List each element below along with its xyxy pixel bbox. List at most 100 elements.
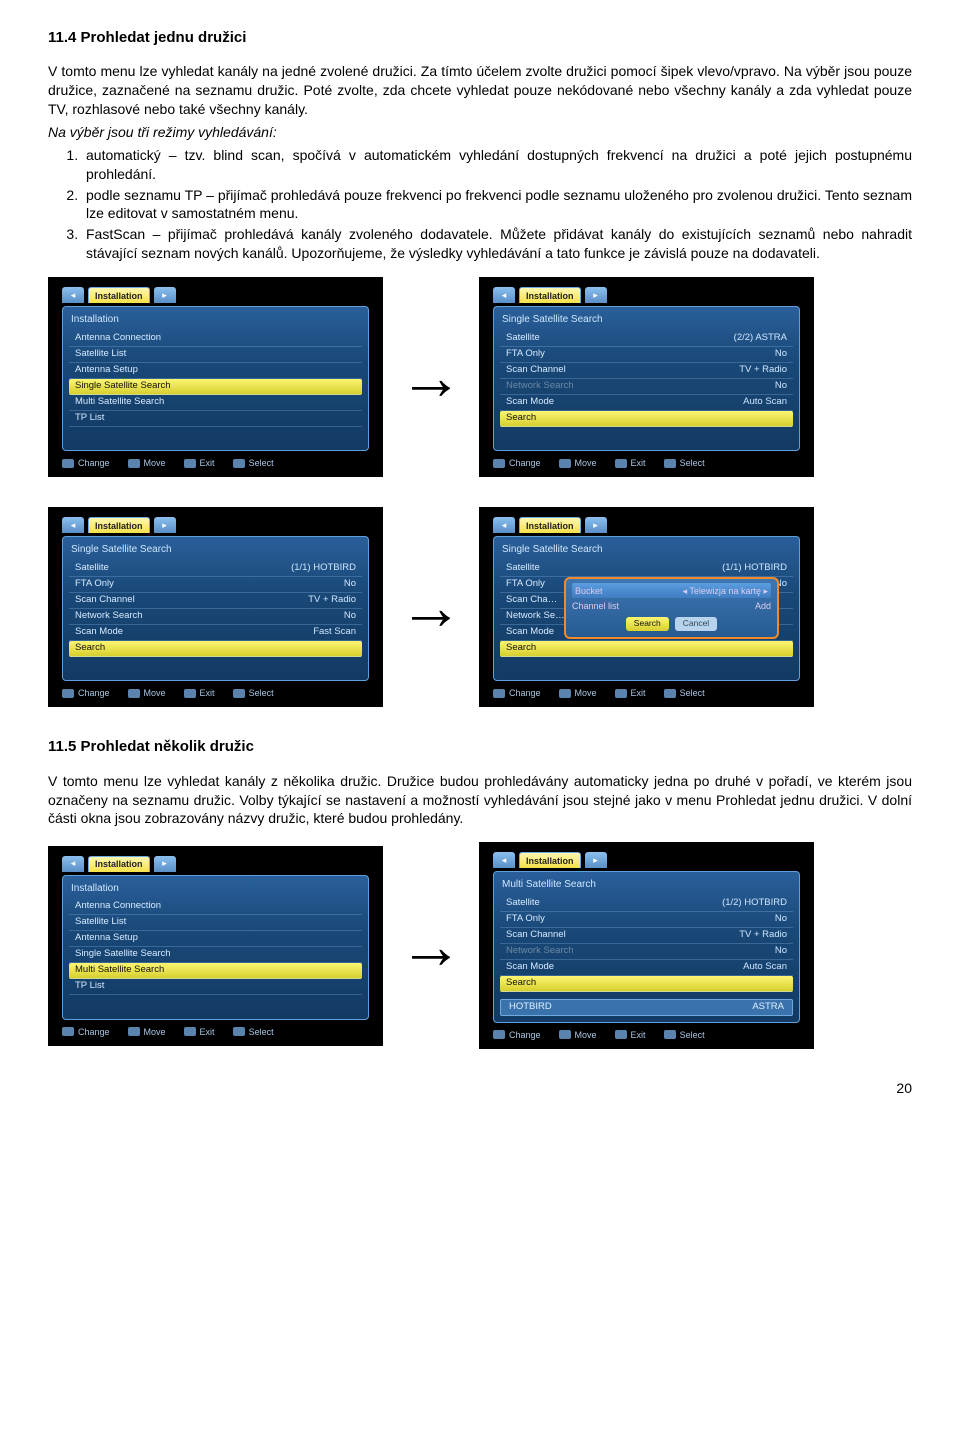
footer-hints: Change Move Exit Select (493, 687, 800, 699)
mode-2: podle seznamu TP – přijímač prohledává p… (82, 186, 912, 224)
screen-sss-fastscan-popup: ◂ Installation ▸ Single Satellite Search… (479, 507, 814, 707)
menu-item-antenna-setup[interactable]: Antenna Setup (69, 931, 362, 947)
tab-stub-right: ▸ (585, 287, 607, 303)
fastscan-popup: Bucket ◂ Telewizja na kartę ▸ Channel li… (564, 577, 779, 638)
key-icon (493, 689, 505, 698)
tab-stub-right: ▸ (585, 517, 607, 533)
key-icon (128, 1027, 140, 1036)
key-icon (233, 689, 245, 698)
action-search[interactable]: Search (500, 976, 793, 992)
tab-installation[interactable]: Installation (519, 852, 581, 868)
tab-stub-left: ◂ (493, 517, 515, 533)
panel-title: Installation (71, 882, 362, 896)
key-icon (559, 689, 571, 698)
panel-title: Single Satellite Search (71, 543, 362, 557)
key-icon (615, 1030, 627, 1039)
para-11-4-intro: V tomto menu lze vyhledat kanály na jedn… (48, 62, 912, 119)
action-search[interactable]: Search (500, 411, 793, 427)
menu-item-tp-list[interactable]: TP List (69, 979, 362, 995)
arrow-icon: → (401, 345, 461, 409)
field-network-search[interactable]: Network SearchNo (69, 609, 362, 625)
menu-item-multi-satellite-search[interactable]: Multi Satellite Search (69, 395, 362, 411)
popup-search-button[interactable]: Search (626, 617, 669, 630)
tab-installation[interactable]: Installation (88, 856, 150, 872)
key-icon (184, 459, 196, 468)
tab-stub-right: ▸ (154, 517, 176, 533)
figure-row-1: ◂ Installation ▸ Installation Antenna Co… (48, 277, 912, 477)
field-satellite[interactable]: Satellite(2/2) ASTRA (500, 331, 793, 347)
panel-title: Single Satellite Search (502, 543, 793, 557)
footer-hints: Change Move Exit Select (493, 1029, 800, 1041)
menu-item-single-satellite-search[interactable]: Single Satellite Search (69, 379, 362, 395)
key-icon (128, 689, 140, 698)
key-icon (62, 1027, 74, 1036)
field-fta-only[interactable]: FTA OnlyNo (500, 912, 793, 928)
popup-cancel-button[interactable]: Cancel (675, 617, 717, 630)
modes-list: automatický – tzv. blind scan, spočívá v… (82, 146, 912, 263)
panel-title: Installation (71, 313, 362, 327)
arrow-icon: → (401, 914, 461, 978)
page-number: 20 (48, 1079, 912, 1098)
key-icon (184, 689, 196, 698)
menu-item-tp-list[interactable]: TP List (69, 411, 362, 427)
key-icon (233, 1027, 245, 1036)
figure-row-3: ◂ Installation ▸ Installation Antenna Co… (48, 842, 912, 1048)
action-search[interactable]: Search (69, 641, 362, 657)
popup-field-bucket[interactable]: Bucket ◂ Telewizja na kartę ▸ (572, 583, 771, 598)
footer-hints: Change Move Exit Select (62, 457, 369, 469)
key-icon (664, 1030, 676, 1039)
screen-sss-fastscan: ◂ Installation ▸ Single Satellite Search… (48, 507, 383, 707)
mode-1: automatický – tzv. blind scan, spočívá v… (82, 146, 912, 184)
key-icon (559, 1030, 571, 1039)
field-network-search: Network SearchNo (500, 379, 793, 395)
action-search[interactable]: Search (500, 641, 793, 657)
menu-item-antenna-setup[interactable]: Antenna Setup (69, 363, 362, 379)
key-icon (559, 459, 571, 468)
menu-item-single-satellite-search[interactable]: Single Satellite Search (69, 947, 362, 963)
field-scan-channel[interactable]: Scan ChannelTV + Radio (500, 928, 793, 944)
tab-installation[interactable]: Installation (88, 287, 150, 303)
key-icon (184, 1027, 196, 1036)
screen-installation-menu-sss: ◂ Installation ▸ Installation Antenna Co… (48, 277, 383, 477)
footer-hints: Change Move Exit Select (62, 1026, 369, 1038)
arrow-icon: → (401, 575, 461, 639)
field-scan-mode[interactable]: Scan ModeAuto Scan (500, 395, 793, 411)
key-icon (615, 689, 627, 698)
field-fta-only[interactable]: FTA OnlyNo (69, 577, 362, 593)
footer-hints: Change Move Exit Select (62, 687, 369, 699)
field-satellite[interactable]: Satellite(1/1) HOTBIRD (69, 561, 362, 577)
field-satellite[interactable]: Satellite(1/1) HOTBIRD (500, 561, 793, 577)
tab-stub-left: ◂ (62, 517, 84, 533)
tab-installation[interactable]: Installation (519, 287, 581, 303)
field-scan-channel[interactable]: Scan ChannelTV + Radio (500, 363, 793, 379)
field-fta-only[interactable]: FTA OnlyNo (500, 347, 793, 363)
tab-installation[interactable]: Installation (519, 517, 581, 533)
menu-item-satellite-list[interactable]: Satellite List (69, 915, 362, 931)
field-network-search: Network SearchNo (500, 944, 793, 960)
para-11-5: V tomto menu lze vyhledat kanály z někol… (48, 772, 912, 829)
tab-stub-left: ◂ (493, 852, 515, 868)
key-icon (62, 689, 74, 698)
key-icon (493, 459, 505, 468)
screen-sss-autoscan: ◂ Installation ▸ Single Satellite Search… (479, 277, 814, 477)
figure-row-2: ◂ Installation ▸ Single Satellite Search… (48, 507, 912, 707)
screen-mss: ◂ Installation ▸ Multi Satellite Search … (479, 842, 814, 1048)
menu-item-antenna-connection[interactable]: Antenna Connection (69, 331, 362, 347)
popup-field-channel-list[interactable]: Channel list Add (572, 598, 771, 613)
satellite-list-footer: HOTBIRDASTRA (500, 999, 793, 1016)
key-icon (493, 1030, 505, 1039)
menu-item-antenna-connection[interactable]: Antenna Connection (69, 899, 362, 915)
panel-title: Single Satellite Search (502, 313, 793, 327)
menu-item-satellite-list[interactable]: Satellite List (69, 347, 362, 363)
field-scan-mode[interactable]: Scan ModeAuto Scan (500, 960, 793, 976)
panel-title: Multi Satellite Search (502, 878, 793, 892)
tab-stub-left: ◂ (493, 287, 515, 303)
field-scan-mode[interactable]: Scan ModeFast Scan (69, 625, 362, 641)
field-satellite[interactable]: Satellite(1/2) HOTBIRD (500, 896, 793, 912)
tab-stub-right: ▸ (585, 852, 607, 868)
key-icon (664, 689, 676, 698)
menu-item-multi-satellite-search[interactable]: Multi Satellite Search (69, 963, 362, 979)
field-scan-channel[interactable]: Scan ChannelTV + Radio (69, 593, 362, 609)
screen-installation-menu-mss: ◂ Installation ▸ Installation Antenna Co… (48, 846, 383, 1046)
tab-installation[interactable]: Installation (88, 517, 150, 533)
